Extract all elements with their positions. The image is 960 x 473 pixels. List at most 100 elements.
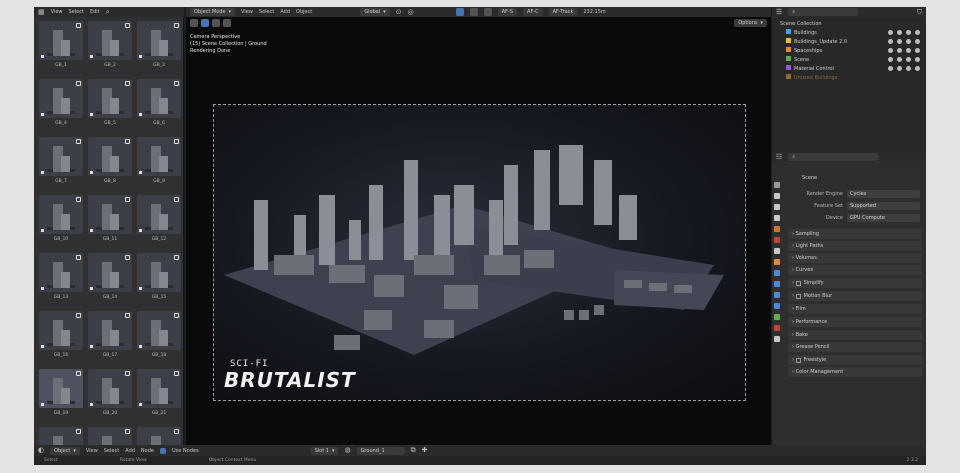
camera-icon[interactable] (915, 48, 920, 53)
physics-tab-icon[interactable] (774, 292, 780, 298)
fake-user-icon[interactable]: ⧉ (411, 447, 416, 454)
eye-icon[interactable] (906, 66, 911, 71)
checkbox-icon[interactable] (888, 48, 893, 53)
3d-viewport[interactable]: Options ▾ Camera Perspective (15) Scene C… (186, 17, 771, 445)
asset-tile[interactable] (88, 427, 132, 445)
select-mode-button[interactable] (223, 19, 231, 27)
world-tab-icon[interactable] (774, 237, 780, 243)
outliner-item-unused-buildings[interactable]: Unused Buildings (772, 73, 926, 82)
asset-mark-icon[interactable] (174, 313, 179, 318)
view-layer-tab-icon[interactable] (774, 215, 780, 221)
outliner-editor-icon[interactable]: ☰ (776, 8, 782, 16)
select-icon[interactable] (897, 57, 902, 62)
asset-tile[interactable]: GB_20 (88, 369, 132, 416)
render-tab-icon[interactable] (774, 193, 780, 199)
select-icon[interactable] (897, 48, 902, 53)
output-tab-icon[interactable] (774, 204, 780, 210)
visibility-toggles[interactable] (888, 57, 920, 62)
asset-tile[interactable]: GB_4 (39, 79, 83, 126)
camera-icon[interactable] (915, 39, 920, 44)
asset-mark-icon[interactable] (125, 81, 130, 86)
checkbox-icon[interactable] (888, 30, 893, 35)
asset-tile[interactable]: GB_2 (88, 21, 132, 68)
asset-tile[interactable]: GB_7 (39, 137, 83, 184)
panel-volumes[interactable]: › Volumes (788, 253, 922, 263)
outliner-item-buildings-update[interactable]: Buildings_Update 2.0 (772, 37, 926, 46)
snap-icon[interactable]: ⊙ (396, 8, 402, 16)
menu-select-3d[interactable]: Select (259, 9, 274, 15)
node-menu-add[interactable]: Add (125, 448, 135, 454)
asset-tile[interactable]: GB_8 (88, 137, 132, 184)
asset-mark-icon[interactable] (125, 313, 130, 318)
panel-sampling[interactable]: › Sampling (788, 229, 922, 239)
asset-mark-icon[interactable] (125, 23, 130, 28)
outliner-item-scene[interactable]: Scene (772, 55, 926, 64)
slot-dropdown[interactable]: Slot 1 ▾ (310, 446, 339, 455)
asset-mark-icon[interactable] (125, 139, 130, 144)
editor-type-icon[interactable]: ▦ (38, 8, 45, 16)
device-dropdown[interactable]: GPU Compute (847, 214, 920, 222)
checkbox-icon[interactable] (888, 39, 893, 44)
asset-tile[interactable] (137, 427, 181, 445)
eye-icon[interactable] (906, 30, 911, 35)
asset-mark-icon[interactable] (174, 197, 179, 202)
shading-solid-button[interactable] (455, 8, 464, 16)
asset-tile[interactable]: GB_13 (39, 253, 83, 300)
checkbox-icon[interactable] (888, 57, 893, 62)
eye-icon[interactable] (906, 39, 911, 44)
asset-tile[interactable]: GB_12 (137, 195, 181, 242)
menu-select[interactable]: Select (69, 9, 84, 15)
tool-tab-icon[interactable] (774, 182, 780, 188)
panel-light-paths[interactable]: › Light Paths (788, 241, 922, 251)
node-menu-select[interactable]: Select (104, 448, 119, 454)
outliner-item-spaceships[interactable]: Spaceships (772, 46, 926, 55)
menu-view-3d[interactable]: View (241, 9, 253, 15)
camera-icon[interactable] (915, 66, 920, 71)
panel-color-management[interactable]: › Color Management (788, 367, 922, 377)
eye-icon[interactable] (906, 57, 911, 62)
af-s-button[interactable]: AF-S (497, 8, 518, 16)
feature-set-dropdown[interactable]: Supported (847, 202, 920, 210)
af-track-button[interactable]: AF-Track (548, 8, 578, 16)
asset-mark-icon[interactable] (125, 255, 130, 260)
options-dropdown[interactable]: Options ▾ (734, 19, 767, 27)
asset-mark-icon[interactable] (174, 23, 179, 28)
outliner-item-material-control[interactable]: Material Control (772, 64, 926, 73)
asset-mark-icon[interactable] (76, 371, 81, 376)
asset-mark-icon[interactable] (125, 197, 130, 202)
asset-tile[interactable]: GB_18 (137, 311, 181, 358)
visibility-toggles[interactable] (888, 66, 920, 71)
material-name-field[interactable]: Ground_1 (356, 446, 405, 455)
freestyle-checkbox[interactable] (795, 357, 801, 363)
asset-mark-icon[interactable] (76, 23, 81, 28)
asset-mark-icon[interactable] (76, 139, 81, 144)
select-box-button[interactable] (201, 19, 209, 27)
panel-grease-pencil[interactable]: › Grease Pencil (788, 342, 922, 352)
pin-icon[interactable]: ✚ (422, 447, 428, 454)
modifier-tab-icon[interactable] (774, 270, 780, 276)
asset-tile[interactable]: GB_11 (88, 195, 132, 242)
af-c-button[interactable]: AF-C (523, 8, 543, 16)
properties-search[interactable]: ⌕ (788, 153, 879, 161)
select-icon[interactable] (897, 39, 902, 44)
asset-tile[interactable] (39, 427, 83, 445)
constraints-tab-icon[interactable] (774, 303, 780, 309)
asset-tile[interactable]: GB_5 (88, 79, 132, 126)
data-tab-icon[interactable] (774, 314, 780, 320)
camera-icon[interactable] (915, 30, 920, 35)
menu-object-3d[interactable]: Object (296, 9, 312, 15)
outliner-item-buildings[interactable]: Buildings (772, 28, 926, 37)
asset-tile[interactable]: GB_9 (137, 137, 181, 184)
asset-mark-icon[interactable] (174, 139, 179, 144)
asset-tile-selected[interactable]: GB_19 (39, 369, 83, 416)
search-icon[interactable]: ⌕ (106, 8, 110, 16)
node-menu-view[interactable]: View (86, 448, 98, 454)
select-icon[interactable] (897, 30, 902, 35)
proportional-icon[interactable]: ◎ (408, 8, 414, 16)
tool-cursor-button[interactable] (190, 19, 198, 27)
render-engine-dropdown[interactable]: Cycles (847, 190, 920, 198)
panel-freestyle[interactable]: › Freestyle (788, 355, 922, 365)
panel-performance[interactable]: › Performance (788, 317, 922, 327)
asset-tile[interactable]: GB_14 (88, 253, 132, 300)
transform-orientation-dropdown[interactable]: Global ▾ (360, 8, 390, 16)
